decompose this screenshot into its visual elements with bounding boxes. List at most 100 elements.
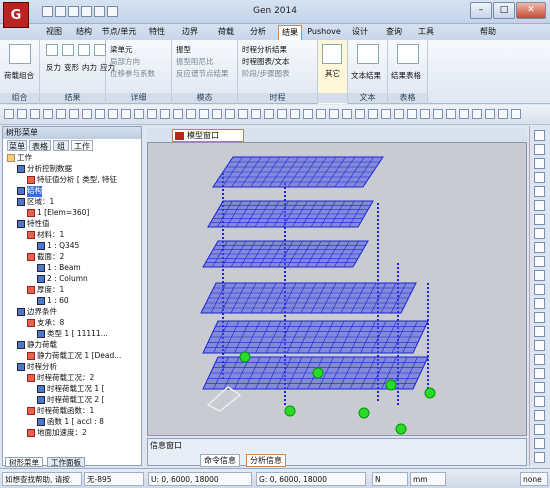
minimize-button[interactable]: – — [470, 2, 492, 19]
view-tool-icon[interactable] — [534, 452, 545, 463]
tree-item[interactable]: 时程荷载工况 2 [ — [37, 395, 104, 406]
view-tool-icon[interactable] — [534, 382, 545, 393]
toolbar-tool-icon[interactable] — [303, 109, 313, 119]
toolbar-tool-icon[interactable] — [147, 109, 157, 119]
deform-button[interactable]: 变形 — [64, 62, 79, 73]
local-direction-button[interactable]: 局部方向 — [110, 56, 140, 67]
toolbar-tool-icon[interactable] — [69, 109, 79, 119]
view-tool-icon[interactable] — [534, 186, 545, 197]
close-button[interactable]: ✕ — [516, 2, 546, 19]
tab-1[interactable]: 结构 — [72, 25, 96, 40]
toolbar-tool-icon[interactable] — [329, 109, 339, 119]
tree-item[interactable]: 1 [Elem=360] — [27, 208, 89, 219]
tab-3[interactable]: 特性 — [143, 25, 171, 40]
toolbar-tool-icon[interactable] — [290, 109, 300, 119]
tree-item[interactable]: 结构 — [17, 186, 42, 197]
toolbar-tool-icon[interactable] — [420, 109, 430, 119]
tab-5[interactable]: 荷载 — [212, 25, 240, 40]
tab-model-window[interactable]: 模型窗口 — [172, 129, 244, 142]
view-tool-icon[interactable] — [534, 410, 545, 421]
tree-item[interactable]: 1 : 60 — [37, 296, 69, 307]
tree-item[interactable]: 函数 1 [ accl : 8 — [37, 417, 104, 428]
view-tool-icon[interactable] — [534, 284, 545, 295]
view-tool-icon[interactable] — [534, 270, 545, 281]
tree-item[interactable]: 地面加速度：2 — [27, 428, 87, 439]
toolbar-tool-icon[interactable] — [134, 109, 144, 119]
tree-item[interactable]: 1 : Q345 — [37, 241, 79, 252]
toolbar-tool-icon[interactable] — [4, 109, 14, 119]
tab-command-info[interactable]: 命令信息 — [200, 454, 240, 467]
model-view[interactable] — [147, 142, 527, 436]
tab-8[interactable]: Pushove — [306, 25, 342, 40]
reaction-button[interactable]: 反力 — [46, 62, 61, 73]
load-combo-icon[interactable] — [9, 44, 31, 64]
toolbar-tool-icon[interactable] — [511, 109, 521, 119]
tree-item[interactable]: 时程荷载函数：1 — [27, 406, 94, 417]
toolbar-tool-icon[interactable] — [394, 109, 404, 119]
toolbar-tool-icon[interactable] — [56, 109, 66, 119]
text-result-button[interactable]: 文本结果 — [351, 70, 381, 81]
toolbar-tool-icon[interactable] — [212, 109, 222, 119]
toolbar-tool-icon[interactable] — [17, 109, 27, 119]
tree-item[interactable]: 静力荷载 — [17, 340, 57, 351]
result-table-icon[interactable] — [397, 44, 419, 64]
toolbar-tool-icon[interactable] — [238, 109, 248, 119]
modal-damping-button[interactable]: 振型阻尼比 — [176, 56, 214, 67]
tab-work[interactable]: 工作 — [71, 140, 93, 151]
toolbar-tool-icon[interactable] — [485, 109, 495, 119]
force-button[interactable]: 内力 — [82, 62, 97, 73]
toolbar-tool-icon[interactable] — [186, 109, 196, 119]
tree-item[interactable]: 厚度：1 — [27, 285, 64, 296]
toolbar-tool-icon[interactable] — [121, 109, 131, 119]
tree-item[interactable]: 材料：1 — [27, 230, 64, 241]
tree-item[interactable]: 特征值分析 [ 类型, 特征 — [27, 175, 117, 186]
tab-menu[interactable]: 菜单 — [7, 140, 27, 151]
tree-item[interactable]: 类型 1 [ 11111... — [37, 329, 108, 340]
tab-7[interactable]: 结果 — [278, 25, 302, 40]
view-tool-icon[interactable] — [534, 368, 545, 379]
toolbar-tool-icon[interactable] — [173, 109, 183, 119]
tab-10[interactable]: 查询 — [380, 25, 408, 40]
stage-graph-button[interactable]: 阶段/步骤图表 — [242, 68, 290, 79]
tree-item[interactable]: 支承：8 — [27, 318, 64, 329]
view-tool-icon[interactable] — [534, 298, 545, 309]
view-tool-icon[interactable] — [534, 200, 545, 211]
view-tool-icon[interactable] — [534, 242, 545, 253]
toolbar-tool-icon[interactable] — [342, 109, 352, 119]
view-tool-icon[interactable] — [534, 312, 545, 323]
toolbar-tool-icon[interactable] — [498, 109, 508, 119]
toolbar-tool-icon[interactable] — [30, 109, 40, 119]
tree-item[interactable]: 时程荷载工况：2 — [27, 373, 94, 384]
maximize-button[interactable]: □ — [493, 2, 515, 19]
app-logo-button[interactable]: G — [3, 2, 29, 28]
deform-icon[interactable] — [62, 44, 74, 56]
tab-group[interactable]: 组 — [53, 140, 69, 151]
toolbar-tool-icon[interactable] — [251, 109, 261, 119]
toolbar-tool-icon[interactable] — [407, 109, 417, 119]
tab-0[interactable]: 视图 — [42, 25, 66, 40]
view-tool-icon[interactable] — [534, 424, 545, 435]
spectrum-node-result-button[interactable]: 反应谱节点结果 — [176, 68, 229, 79]
other-icon[interactable] — [322, 44, 342, 64]
toolbar-tool-icon[interactable] — [433, 109, 443, 119]
participation-factor-button[interactable]: 位移参与系数 — [110, 68, 155, 79]
mode-shape-button[interactable]: 振型 — [176, 44, 191, 55]
view-tool-icon[interactable] — [534, 158, 545, 169]
result-table-button[interactable]: 结果表格 — [391, 70, 421, 81]
tab-table[interactable]: 表格 — [29, 140, 51, 151]
tab-9[interactable]: 设计 — [346, 25, 374, 40]
th-result-button[interactable]: 时程分析结果 — [242, 44, 287, 55]
load-combo-button[interactable]: 荷载组合 — [4, 70, 34, 81]
toolbar-tool-icon[interactable] — [160, 109, 170, 119]
toolbar-tool-icon[interactable] — [368, 109, 378, 119]
view-tool-icon[interactable] — [534, 396, 545, 407]
toolbar-tool-icon[interactable] — [446, 109, 456, 119]
tab-analysis-info[interactable]: 分析信息 — [246, 454, 286, 467]
tab-4[interactable]: 边界 — [176, 25, 204, 40]
view-tool-icon[interactable] — [534, 214, 545, 225]
tree-item[interactable]: 1 : Beam — [37, 263, 81, 274]
tree-item[interactable]: 静力荷载工况 1 [Dead... — [27, 351, 121, 362]
tree-item[interactable]: 分析控制数据 — [17, 164, 72, 175]
stress-icon[interactable] — [94, 44, 106, 56]
tree-item[interactable]: 时程分析 — [17, 362, 57, 373]
